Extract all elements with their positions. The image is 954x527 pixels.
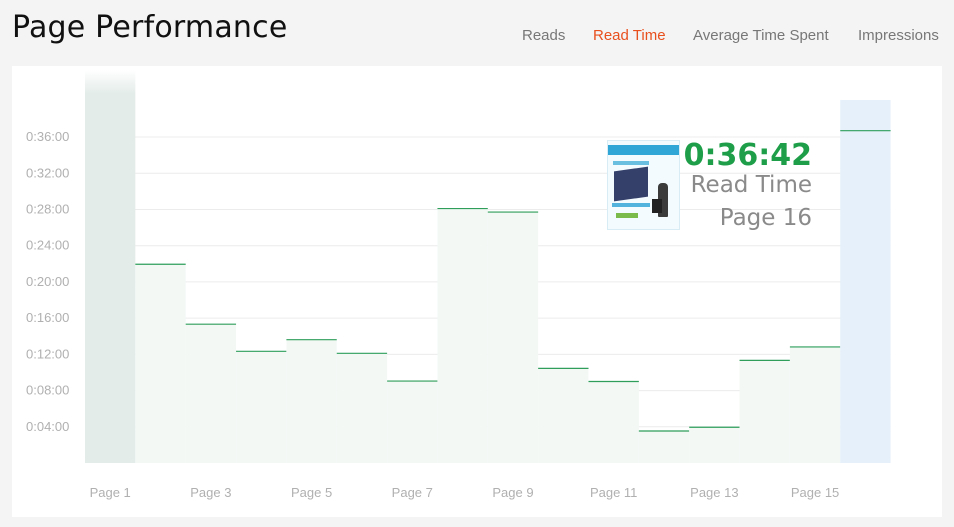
y-tick-label: 0:16:00	[26, 310, 69, 325]
y-tick-label: 0:08:00	[26, 383, 69, 398]
x-tick-label: Page 13	[690, 485, 738, 500]
x-tick-label: Page 3	[190, 485, 231, 500]
x-tick-label: Page 7	[392, 485, 433, 500]
y-tick-label: 0:12:00	[26, 346, 69, 361]
callout-page: Page 16	[719, 205, 812, 231]
first-page-column	[85, 70, 136, 463]
page-bar	[336, 353, 388, 463]
y-tick-label: 0:20:00	[26, 274, 69, 289]
page-bar	[437, 208, 488, 463]
x-tick-label: Page 11	[590, 485, 637, 500]
page-bar	[487, 212, 539, 463]
page-bar	[286, 339, 337, 463]
x-tick-label: Page 5	[291, 485, 332, 500]
y-tick-label: 0:32:00	[26, 165, 69, 180]
page-bar	[135, 264, 186, 463]
page-bar	[387, 381, 438, 463]
x-tick-label: Page 15	[791, 485, 839, 500]
y-tick-label: 0:36:00	[26, 129, 69, 144]
x-tick-label: Page 9	[492, 485, 533, 500]
page-bar	[789, 346, 841, 463]
page-bar	[185, 324, 237, 463]
callout-label: Read Time	[690, 172, 812, 198]
y-tick-label: 0:04:00	[26, 419, 69, 434]
read-time-step-chart: 0:04:00 0:08:00 0:12:00 0:16:00 0:20:00 0:24:…	[26, 70, 891, 500]
y-tick-label: 0:24:00	[26, 238, 69, 253]
page-bar	[739, 360, 790, 463]
callout-value: 0:36:42	[683, 138, 812, 173]
page-bar	[689, 427, 740, 463]
y-tick-label: 0:28:00	[26, 201, 69, 216]
x-tick-label: Page 1	[90, 485, 131, 500]
page-bar	[588, 381, 639, 463]
page-bar	[638, 431, 690, 463]
page-bar	[538, 368, 589, 463]
page-bar	[236, 351, 287, 463]
